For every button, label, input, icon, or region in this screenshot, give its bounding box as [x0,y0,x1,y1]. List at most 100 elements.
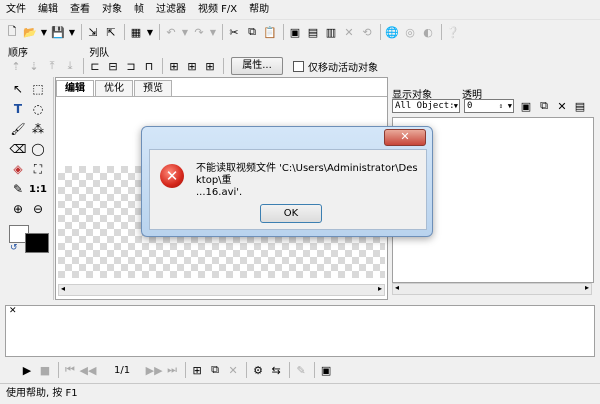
object-properties-icon[interactable]: ▤ [572,98,588,114]
export-icon[interactable]: ⇱ [103,24,119,40]
brush-icon[interactable]: 🖌 [10,121,26,137]
frame-delay-icon[interactable]: ▣ [318,362,334,378]
web-icon[interactable]: 🌐 [384,24,400,40]
dropdown-arrow-icon[interactable]: ▼ [209,24,217,40]
marquee-select-icon[interactable]: ⬚ [30,81,46,97]
center-icon[interactable]: ⊞ [202,58,218,74]
menu-help[interactable]: 帮助 [243,0,275,19]
dropdown-arrow-icon[interactable]: ▼ [40,24,48,40]
bring-to-front-icon[interactable]: ⤒ [44,58,60,74]
align-right-icon[interactable]: ⊐ [123,58,139,74]
send-backward-icon[interactable]: ⇣ [26,58,42,74]
delete-icon[interactable]: ✕ [341,24,357,40]
last-frame-icon[interactable]: ⏭ [164,362,180,378]
move-active-only-label: 仅移动活动对象 [308,62,378,74]
playback-toolbar: ▶ ■ ⏮ ◀◀ 1/1 ▶▶ ⏭ ⊞ ⧉ ✕ ⚙ ⇆ ✎ ▣ [5,360,595,380]
tab-preview[interactable]: 预览 [134,80,172,96]
dropdown-arrow-icon[interactable]: ▼ [146,24,154,40]
swap-colors-icon[interactable]: ↺ [10,243,18,253]
zoom-in-icon[interactable]: ⊕ [10,201,26,217]
menu-object[interactable]: 对象 [96,0,128,19]
move-active-only-checkbox[interactable] [293,60,304,72]
arrow-select-icon[interactable]: ↖ [10,81,26,97]
help-pointer-icon[interactable]: ❔ [445,24,461,40]
optimize-icon[interactable]: ◐ [420,24,436,40]
objects-select[interactable]: All Object: ▼ [392,99,460,113]
main-toolbar: 🗋 📂 ▼ 💾 ▼ ⇲ ⇱ ▦ ▼ ↶ ▼ ↷ ▼ ✂ ⧉ 📋 ▣ ▤ ▥ ✕ … [0,21,600,43]
arrange-toolbar: ⇡ ⇣ ⤒ ⤓ ⊏ ⊟ ⊐ ⊓ ⊞ ⊞ ⊞ 属性... 仅移动活动对象 [0,56,600,76]
freeform-select-icon[interactable]: ◯ [30,141,46,157]
fill-bucket-icon[interactable]: ◈ [10,161,26,177]
previous-frame-icon[interactable]: ◀◀ [80,362,97,378]
paste-icon[interactable]: 📋 [262,24,278,40]
save-icon[interactable]: 💾 [50,24,66,40]
tab-optimize[interactable]: 优化 [95,80,133,96]
play-icon[interactable]: ▶ [19,362,35,378]
frame-copy-icon[interactable]: ▣ [287,24,303,40]
dialog-close-button[interactable]: ✕ [384,129,426,146]
error-message-line2: ...16.avi'. [196,187,243,198]
object-list-scrollbar[interactable]: ◂ ▸ [392,283,592,295]
delete-object-icon[interactable]: ✕ [554,98,570,114]
next-frame-icon[interactable]: ▶▶ [146,362,163,378]
undo-icon[interactable]: ↶ [163,24,179,40]
frame-paste-icon[interactable]: ▤ [305,24,321,40]
menu-edit[interactable]: 编辑 [32,0,64,19]
tween-icon[interactable]: ⇆ [268,362,284,378]
text-tool-icon[interactable]: T [10,101,26,117]
distribute-v-icon[interactable]: ⊞ [184,58,200,74]
align-center-icon[interactable]: ⊟ [105,58,121,74]
align-left-icon[interactable]: ⊏ [87,58,103,74]
bring-forward-icon[interactable]: ⇡ [8,58,24,74]
browser-icon[interactable]: ◎ [402,24,418,40]
frame-counter: 1/1 [114,364,131,376]
delete-frame-icon[interactable]: ✕ [225,362,241,378]
dropdown-arrow-icon[interactable]: ▼ [68,24,76,40]
cut-icon[interactable]: ✂ [226,24,242,40]
error-message-line1: 不能读取视频文件 'C:\Users\Administrator\Desktop… [196,163,418,186]
duplicate-object-icon[interactable]: ⧉ [536,98,552,114]
crop-icon[interactable]: ⛶ [30,161,46,177]
new-object-icon[interactable]: ▣ [518,98,534,114]
tab-edit[interactable]: 编辑 [56,80,94,96]
effects-icon[interactable]: ✎ [293,362,309,378]
frame-timeline[interactable]: ✕ [5,305,595,357]
send-to-back-icon[interactable]: ⤓ [62,58,78,74]
zoom-out-icon[interactable]: ⊖ [30,201,46,217]
stop-icon[interactable]: ■ [37,362,53,378]
lasso-icon[interactable]: ◌ [30,101,46,117]
redo-icon[interactable]: ↷ [191,24,207,40]
rotate-icon[interactable]: ⟲ [359,24,375,40]
ok-button[interactable]: OK [260,204,322,223]
actual-size-icon[interactable]: 1:1 [29,181,47,197]
status-bar: 使用帮助, 按 F1 [0,383,600,404]
menu-view[interactable]: 查看 [64,0,96,19]
palette-icon[interactable]: ▦ [128,24,144,40]
distribute-h-icon[interactable]: ⊞ [166,58,182,74]
menu-video-fx[interactable]: 视频 F/X [192,0,243,19]
close-timeline-icon[interactable]: ✕ [9,306,17,316]
menu-frame[interactable]: 帧 [128,0,150,19]
background-color-swatch[interactable] [25,233,49,253]
opacity-stepper[interactable]: 0 ⇕ ▼ [464,99,514,113]
eraser-icon[interactable]: ⌫ [10,141,27,157]
editor-horizontal-scrollbar[interactable]: ◂ ▸ [58,284,385,296]
copy-icon[interactable]: ⧉ [244,24,260,40]
import-icon[interactable]: ⇲ [85,24,101,40]
align-top-icon[interactable]: ⊓ [141,58,157,74]
menu-bar: 文件 编辑 查看 对象 帧 过滤器 视频 F/X 帮助 [0,0,600,20]
open-folder-icon[interactable]: 📂 [22,24,38,40]
first-frame-icon[interactable]: ⏮ [62,362,78,378]
add-frame-icon[interactable]: ⊞ [189,362,205,378]
duplicate-frame-icon[interactable]: ⧉ [207,362,223,378]
frame-properties-icon[interactable]: ⚙ [250,362,266,378]
dropdown-arrow-icon[interactable]: ▼ [181,24,189,40]
magic-wand-icon[interactable]: ⁂ [30,121,46,137]
properties-button[interactable]: 属性... [231,57,283,75]
menu-file[interactable]: 文件 [0,0,32,19]
menu-filter[interactable]: 过滤器 [150,0,192,19]
eyedropper-icon[interactable]: ✎ [10,181,26,197]
new-file-icon[interactable]: 🗋 [4,24,20,40]
frame-insert-icon[interactable]: ▥ [323,24,339,40]
error-dialog: ✕ ✕ 不能读取视频文件 'C:\Users\Administrator\Des… [141,126,433,237]
